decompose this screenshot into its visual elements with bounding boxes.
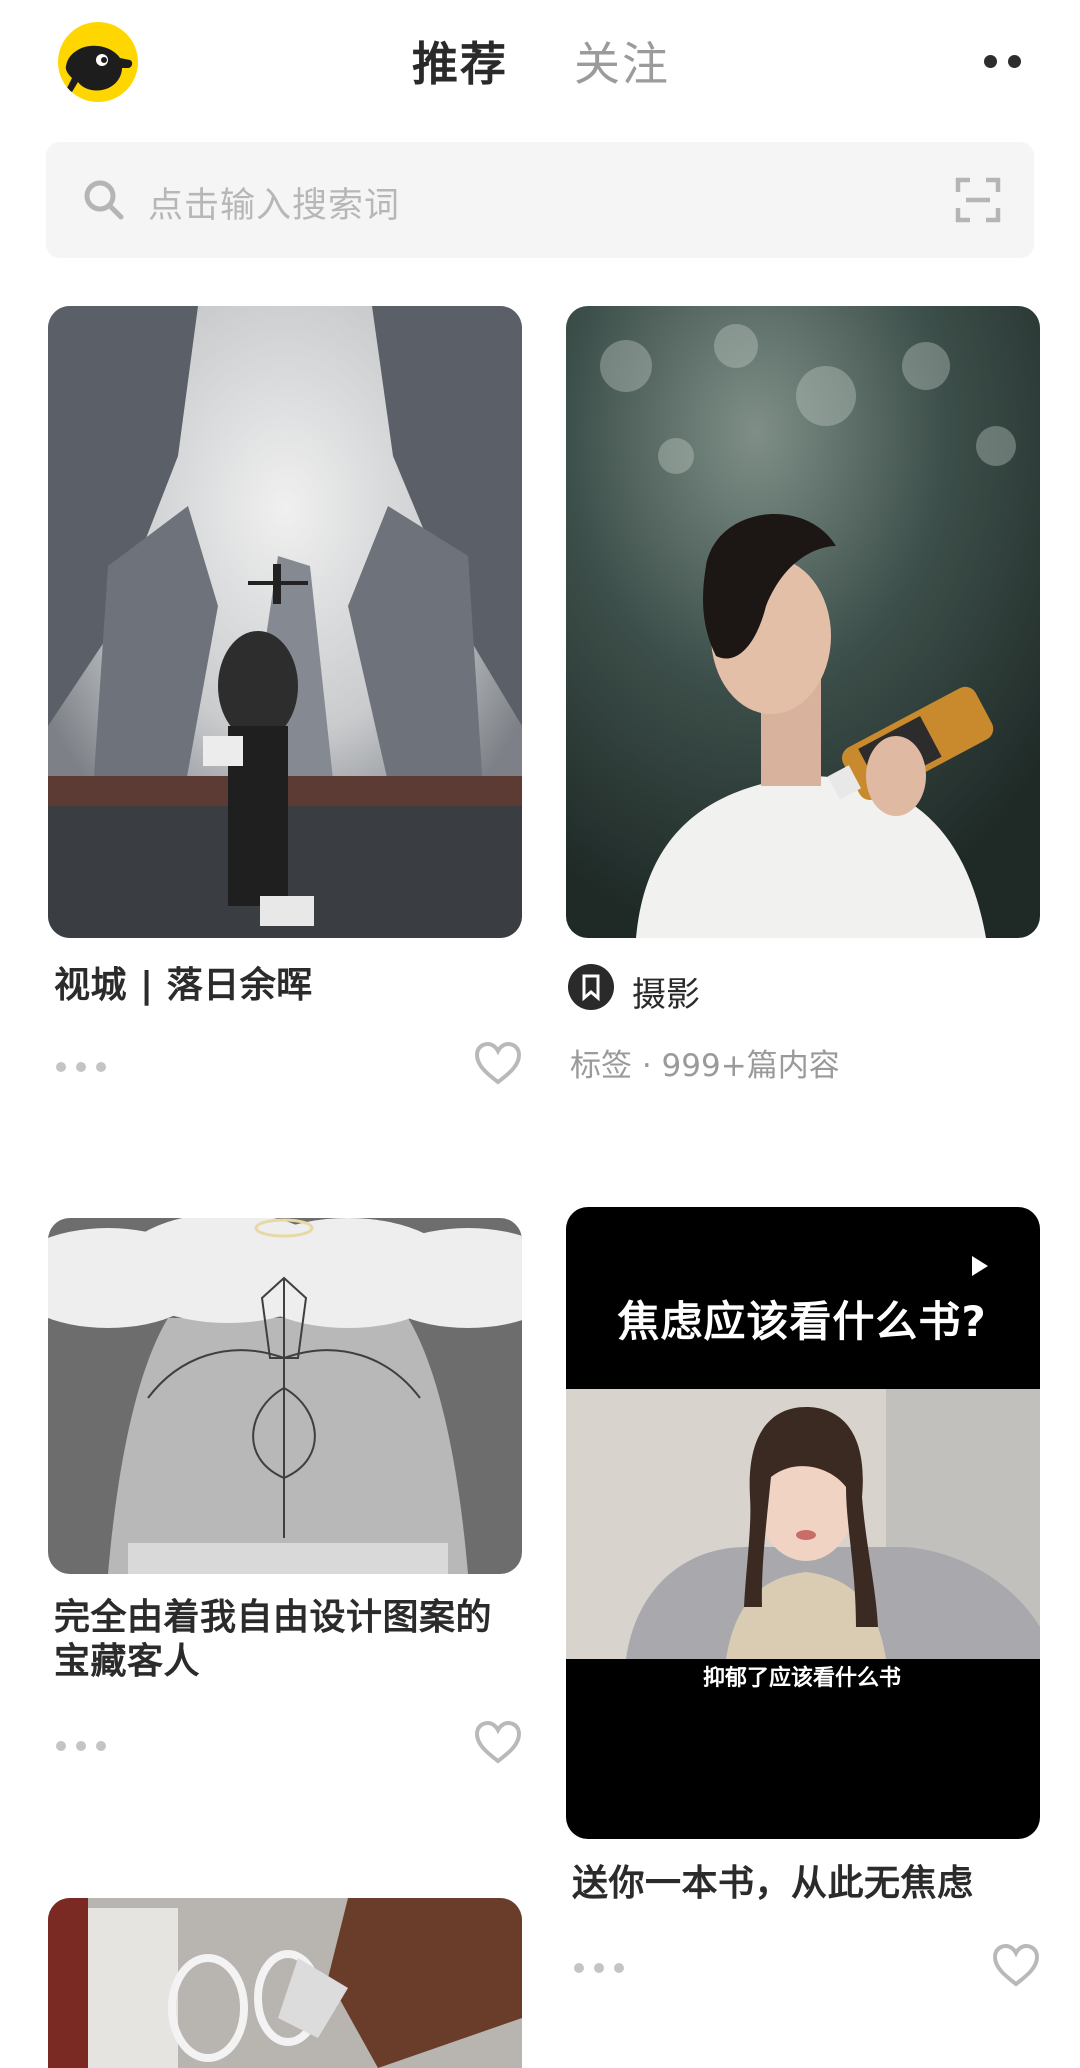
top-bar: 推荐 关注 [0, 0, 1080, 130]
tab-following[interactable]: 关注 [574, 28, 670, 94]
video-caption: 抑郁了应该看什么书 [702, 1666, 901, 1691]
scan-icon[interactable] [954, 176, 1002, 224]
post-image[interactable] [48, 306, 522, 938]
play-icon[interactable] [970, 1254, 990, 1278]
heart-icon[interactable] [473, 1719, 523, 1765]
post-more-icon[interactable] [56, 1057, 110, 1077]
post-more-icon[interactable] [574, 1958, 628, 1978]
heart-icon[interactable] [473, 1040, 523, 1086]
more-options-icon[interactable] [978, 50, 1030, 70]
post-image[interactable] [48, 1898, 522, 2068]
bookmark-icon [568, 964, 614, 1010]
heart-icon[interactable] [991, 1942, 1041, 1988]
search-bar[interactable]: 点击输入搜索词 [46, 142, 1034, 258]
post-title-line: 完全由着我自由设计图案的 [54, 1597, 493, 1638]
post-title-line: 宝藏客人 [54, 1641, 201, 1682]
post-title[interactable]: 完全由着我自由设计图案的 宝藏客人 [54, 1596, 492, 1684]
video-title[interactable]: 送你一本书，从此无焦虑 [572, 1862, 974, 1906]
post-title[interactable]: 视城 | 落日余晖 [54, 964, 313, 1008]
tag-meta: 标签 · 999+篇内容 [570, 1048, 840, 1084]
video-overlay-title: 焦虑应该看什么书? [617, 1297, 987, 1346]
post-image[interactable] [48, 1218, 522, 1574]
search-placeholder: 点击输入搜索词 [148, 186, 401, 226]
tag-cover-image[interactable] [566, 306, 1040, 938]
search-icon [84, 180, 124, 220]
tab-recommend[interactable]: 推荐 [412, 28, 508, 94]
app-logo-icon[interactable] [58, 22, 138, 102]
post-more-icon[interactable] [56, 1736, 110, 1756]
tag-name[interactable]: 摄影 [632, 967, 700, 1016]
